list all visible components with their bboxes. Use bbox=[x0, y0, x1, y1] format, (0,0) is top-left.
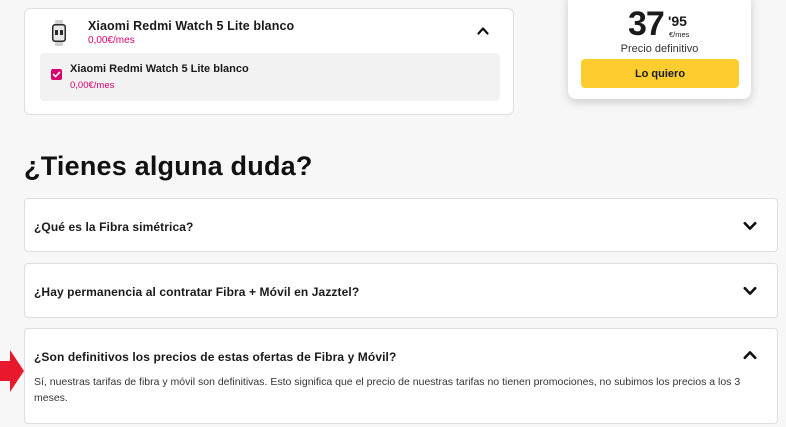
option-name: Xiaomi Redmi Watch 5 Lite blanco bbox=[70, 63, 249, 75]
price-unit: €/mes bbox=[669, 30, 690, 39]
faq-question[interactable]: ¿Hay permanencia al contratar Fibra + Mó… bbox=[34, 285, 359, 299]
faq-question[interactable]: ¿Qué es la Fibra simétrica? bbox=[34, 220, 193, 234]
product-name: Xiaomi Redmi Watch 5 Lite blanco bbox=[88, 19, 295, 33]
product-card: Xiaomi Redmi Watch 5 Lite blanco 0,00€/m… bbox=[24, 8, 514, 115]
chevron-down-icon[interactable] bbox=[743, 286, 757, 296]
chevron-up-icon[interactable] bbox=[477, 26, 489, 35]
price-decimals: '95 bbox=[668, 13, 687, 29]
faq-question[interactable]: ¿Son definitivos los precios de estas of… bbox=[34, 350, 396, 364]
faq-item[interactable]: ¿Qué es la Fibra simétrica? bbox=[24, 198, 778, 252]
price-card: 37 '95 €/mes Precio definitivo Lo quiero bbox=[568, 0, 751, 99]
price-integer: 37 bbox=[628, 5, 665, 43]
faq-item-expanded[interactable]: ¿Son definitivos los precios de estas of… bbox=[24, 328, 778, 424]
price-label: Precio definitivo bbox=[620, 43, 699, 55]
red-arrow-icon bbox=[0, 350, 24, 392]
smartwatch-icon bbox=[52, 20, 66, 46]
faq-item[interactable]: ¿Hay permanencia al contratar Fibra + Mó… bbox=[24, 263, 778, 318]
option-price: 0,00€/mes bbox=[70, 80, 115, 91]
chevron-up-icon[interactable] bbox=[743, 350, 757, 360]
faq-answer: Sí, nuestras tarifas de fibra y móvil so… bbox=[34, 376, 741, 404]
faq-title: ¿Tienes alguna duda? bbox=[24, 151, 313, 181]
buy-button[interactable]: Lo quiero bbox=[581, 59, 739, 88]
product-price: 0,00€/mes bbox=[88, 35, 135, 46]
checkmark-icon bbox=[52, 71, 61, 78]
chevron-down-icon[interactable] bbox=[743, 221, 757, 231]
option-checkbox[interactable] bbox=[51, 69, 62, 80]
product-option[interactable]: Xiaomi Redmi Watch 5 Lite blanco 0,00€/m… bbox=[40, 53, 500, 101]
